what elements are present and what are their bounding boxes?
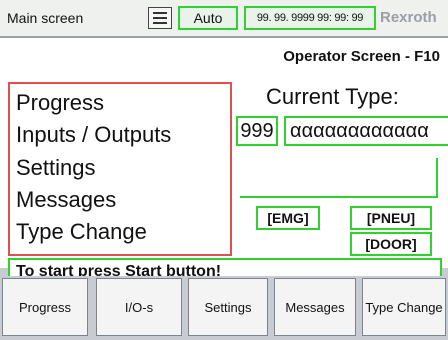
emg-flag: [EMG] <box>256 206 320 230</box>
header-bar: Main screen Auto 99. 99. 9999 99: 99: 99… <box>0 0 448 38</box>
messages-button[interactable]: Messages <box>274 278 356 336</box>
io-button[interactable]: I/O-s <box>96 278 182 336</box>
brand-logo: Rexroth <box>380 9 437 26</box>
main-panel: Operator Screen - F10 Progress Inputs / … <box>0 38 448 286</box>
menu-icon[interactable] <box>148 7 172 29</box>
operator-screen-title: Operator Screen - F10 <box>283 48 440 65</box>
type-number-field: 999 <box>236 116 278 146</box>
type-info-field <box>240 158 438 198</box>
navigation-menu: Progress Inputs / Outputs Settings Messa… <box>8 82 232 256</box>
progress-button[interactable]: Progress <box>2 278 88 336</box>
settings-button[interactable]: Settings <box>188 278 268 336</box>
date-time-display: 99. 99. 9999 99: 99: 99 <box>244 6 376 30</box>
pneu-flag: [PNEU] <box>350 206 432 230</box>
mode-indicator: Auto <box>178 6 238 30</box>
type-change-button[interactable]: Type Change <box>362 278 446 336</box>
nav-item-type-change[interactable]: Type Change <box>16 219 147 245</box>
nav-item-messages[interactable]: Messages <box>16 187 116 213</box>
type-name-field: αααααααααααα <box>284 116 448 146</box>
door-flag: [DOOR] <box>350 232 432 256</box>
nav-item-inputs-outputs[interactable]: Inputs / Outputs <box>16 122 171 148</box>
nav-item-progress[interactable]: Progress <box>16 90 104 116</box>
function-button-bar: Progress I/O-s Settings Messages Type Ch… <box>0 276 448 340</box>
nav-item-settings[interactable]: Settings <box>16 155 96 181</box>
hmi-screen: Main screen Auto 99. 99. 9999 99: 99: 99… <box>0 0 448 340</box>
screen-title: Main screen <box>7 10 84 26</box>
current-type-label: Current Type: <box>266 84 399 109</box>
